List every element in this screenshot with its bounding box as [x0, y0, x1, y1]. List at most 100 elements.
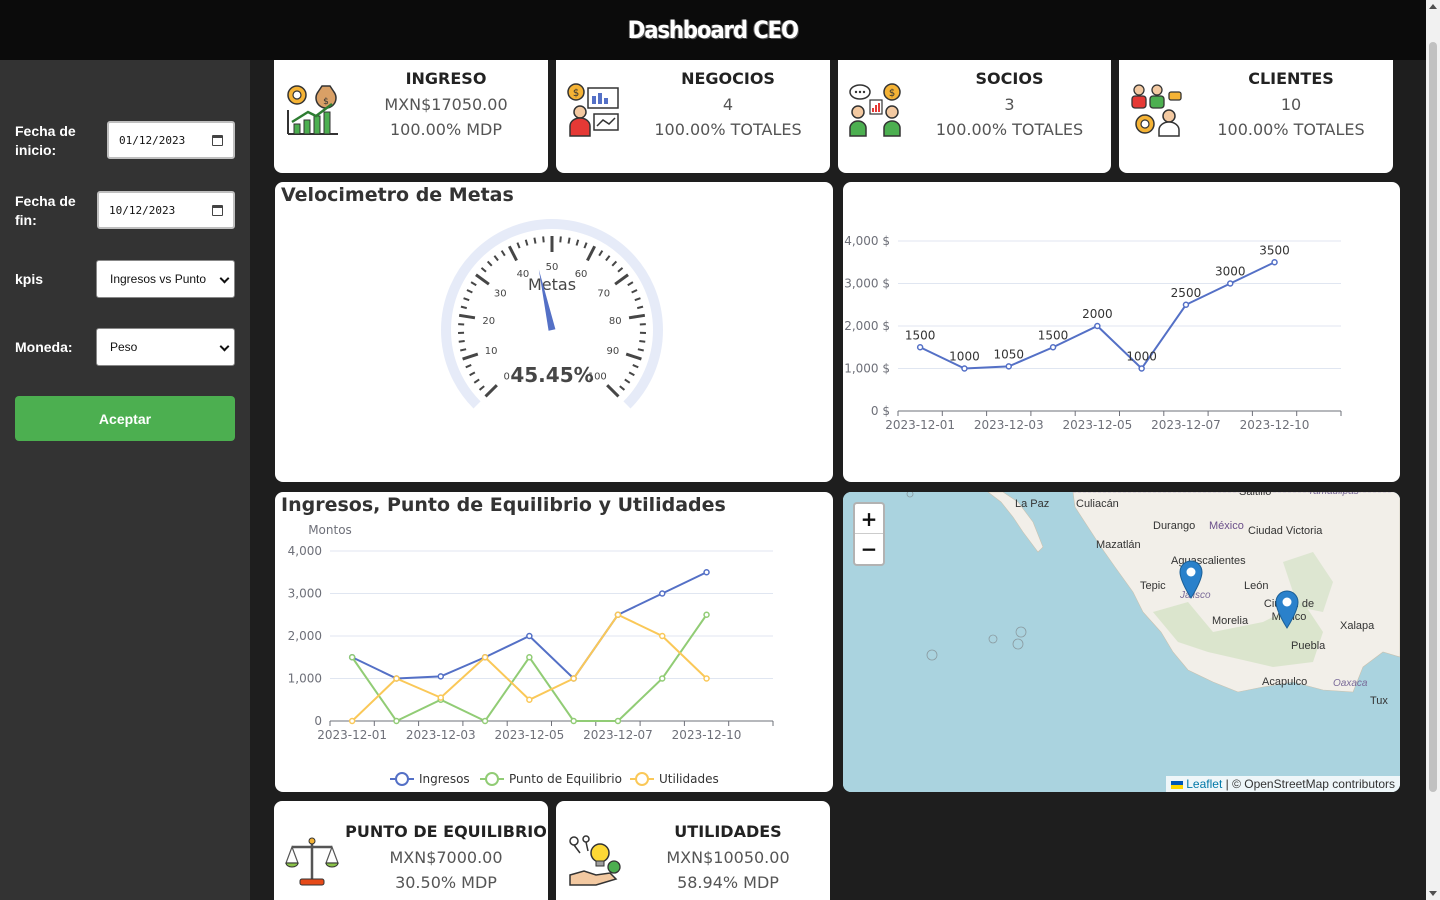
- gauge-major-tick: [458, 313, 476, 320]
- accept-button[interactable]: Aceptar: [15, 396, 235, 441]
- data-point: [348, 717, 356, 725]
- x-tick-label: 2023-12-10: [672, 728, 742, 742]
- map-place-label: Ciudad Victoria: [1248, 525, 1323, 537]
- kpi-card-socios: $ SOCIOS 3 100.00% TOTALES: [838, 60, 1111, 173]
- map-place-label: Tepic: [1140, 580, 1166, 592]
- gauge-minor-tick: [460, 305, 468, 310]
- series-line: [351, 571, 707, 681]
- calendar-icon[interactable]: [212, 135, 223, 146]
- data-point: [1049, 344, 1057, 351]
- data-label: 1000: [949, 350, 980, 364]
- gauge-minor-tick: [524, 239, 529, 246]
- data-label: 1500: [905, 328, 936, 342]
- data-point: [481, 654, 489, 661]
- scrollbar-thumb[interactable]: [1429, 42, 1437, 792]
- gauge-major-tick: [628, 313, 646, 320]
- data-point: [570, 717, 577, 725]
- gauge-minor-tick: [480, 267, 487, 273]
- gauge-major-tick: [484, 384, 498, 398]
- kpis-label: kpis: [15, 271, 44, 287]
- kpi-percentage: 58.94% MDP: [677, 873, 779, 892]
- gauge-minor-tick: [619, 385, 626, 391]
- x-tick-label: 2023-12-03: [406, 728, 476, 742]
- data-point: [437, 694, 444, 701]
- kpi-percentage: 30.50% MDP: [395, 873, 497, 892]
- map-marker-icon[interactable]: [1178, 559, 1204, 599]
- currency-select[interactable]: Peso: [96, 328, 235, 366]
- legend-marker: [635, 772, 649, 786]
- kpi-percentage: 100.00% TOTALES: [1217, 120, 1365, 139]
- gauge-minor-tick: [636, 305, 644, 310]
- kpi-title: NEGOCIOS: [681, 69, 775, 88]
- y-tick-label: 1,000: [288, 672, 322, 686]
- data-label: 2500: [1171, 286, 1202, 300]
- scroll-down-arrow-icon[interactable]: [1429, 891, 1437, 896]
- map-place-label: Tamaulipas: [1308, 492, 1359, 497]
- scroll-up-arrow-icon[interactable]: [1429, 4, 1437, 9]
- kpis-select[interactable]: Ingresos vs Punto: [96, 260, 235, 298]
- start-date-label: Fecha de inicio:: [15, 123, 76, 158]
- goals-gauge: 0102030405060708090100Metas45.45%: [441, 219, 663, 409]
- y-tick-label: 4,000: [288, 544, 322, 558]
- revenue-growth-icon: $: [287, 85, 338, 135]
- gauge-minor-tick: [559, 236, 562, 243]
- map-place-label: Saltillo: [1239, 492, 1272, 498]
- data-point: [570, 675, 577, 682]
- x-tick-label: 2023-12-10: [1240, 418, 1310, 432]
- gauge-minor-tick: [533, 237, 537, 244]
- gauge-minor-tick: [463, 297, 470, 302]
- gauge-minor-tick: [542, 236, 545, 243]
- legend-label: Utilidades: [659, 772, 719, 786]
- y-tick-label: 1,000 $: [844, 362, 890, 376]
- map-place-label: Xalapa: [1340, 620, 1375, 632]
- revenue-line-chart-panel: 0 $ 1,000 $ 2,000 $ 3,000 $ 4,000 $ 2023-12-0…: [843, 182, 1400, 482]
- gauge-tick-label: 30: [494, 288, 507, 299]
- gauge-minor-tick: [634, 297, 641, 302]
- gauge-minor-tick: [632, 364, 639, 369]
- zoom-in-button[interactable]: +: [855, 504, 883, 534]
- data-point: [1094, 322, 1101, 330]
- y-tick-label: 2,000 $: [844, 319, 890, 333]
- chevron-down-icon: [219, 341, 230, 352]
- gauge-panel: Velocimetro de Metas 0 10 20 30 40 50 60 70 80 90…: [275, 182, 833, 482]
- kpi-value: MXN$7000.00: [389, 848, 503, 867]
- gauge-minor-tick: [516, 242, 521, 249]
- start-date-input[interactable]: 01/12/2023: [107, 121, 235, 159]
- gauge-minor-tick: [598, 250, 604, 257]
- map-attribution: Leaflet | © OpenStreetMap contributors: [1165, 776, 1400, 792]
- leaflet-link[interactable]: Leaflet: [1186, 777, 1222, 791]
- kpi-card-punto-equilibrio: PUNTO DE EQUILIBRIO MXN$7000.00 30.50% M…: [274, 801, 548, 900]
- gauge-major-tick: [586, 245, 597, 262]
- kpi-value: 4: [722, 95, 734, 114]
- zoom-out-button[interactable]: −: [855, 534, 883, 564]
- data-point: [1271, 259, 1278, 266]
- map-panel[interactable]: La Paz Culiacán Durango México Ciudad Victor…: [843, 492, 1400, 792]
- sidebar: Fecha de inicio: 01/12/2023 Fecha de fin…: [0, 60, 250, 900]
- calendar-icon[interactable]: [212, 205, 223, 216]
- y-tick-label: 0: [314, 714, 322, 728]
- x-tick-label: 2023-12-01: [885, 418, 955, 432]
- gauge-major-tick: [507, 245, 518, 262]
- gauge-tick-label: 60: [575, 269, 588, 280]
- gauge-minor-tick: [473, 378, 480, 384]
- gauge-minor-tick: [624, 378, 631, 384]
- gauge-tick-label: 20: [482, 316, 495, 327]
- income-breakeven-profit-chart: Montos 0 1,000 2,000 3,000 4,000 2023-12-01 202…: [288, 523, 774, 786]
- x-tick-label: 2023-12-03: [974, 418, 1044, 432]
- map-place-label: Oaxaca: [1333, 678, 1368, 689]
- gauge-major-tick: [614, 273, 629, 286]
- end-date-input[interactable]: 10/12/2023: [97, 191, 235, 229]
- map-marker-icon[interactable]: [1274, 589, 1300, 629]
- data-point: [1227, 280, 1234, 287]
- map-place-label: León: [1244, 580, 1269, 592]
- gauge-minor-tick: [458, 340, 465, 343]
- kpi-title: CLIENTES: [1248, 69, 1334, 88]
- gauge-minor-tick: [486, 260, 493, 267]
- gauge-minor-tick: [637, 348, 644, 352]
- page-scrollbar[interactable]: [1426, 0, 1440, 900]
- x-tick-label: 2023-12-07: [1151, 418, 1221, 432]
- page-title: Dashboard CEO: [628, 16, 799, 44]
- gauge-minor-tick: [639, 340, 646, 343]
- multi-series-chart-panel: Ingresos, Punto de Equilibrio y Utilidad…: [275, 492, 833, 792]
- gauge-minor-tick: [470, 281, 477, 287]
